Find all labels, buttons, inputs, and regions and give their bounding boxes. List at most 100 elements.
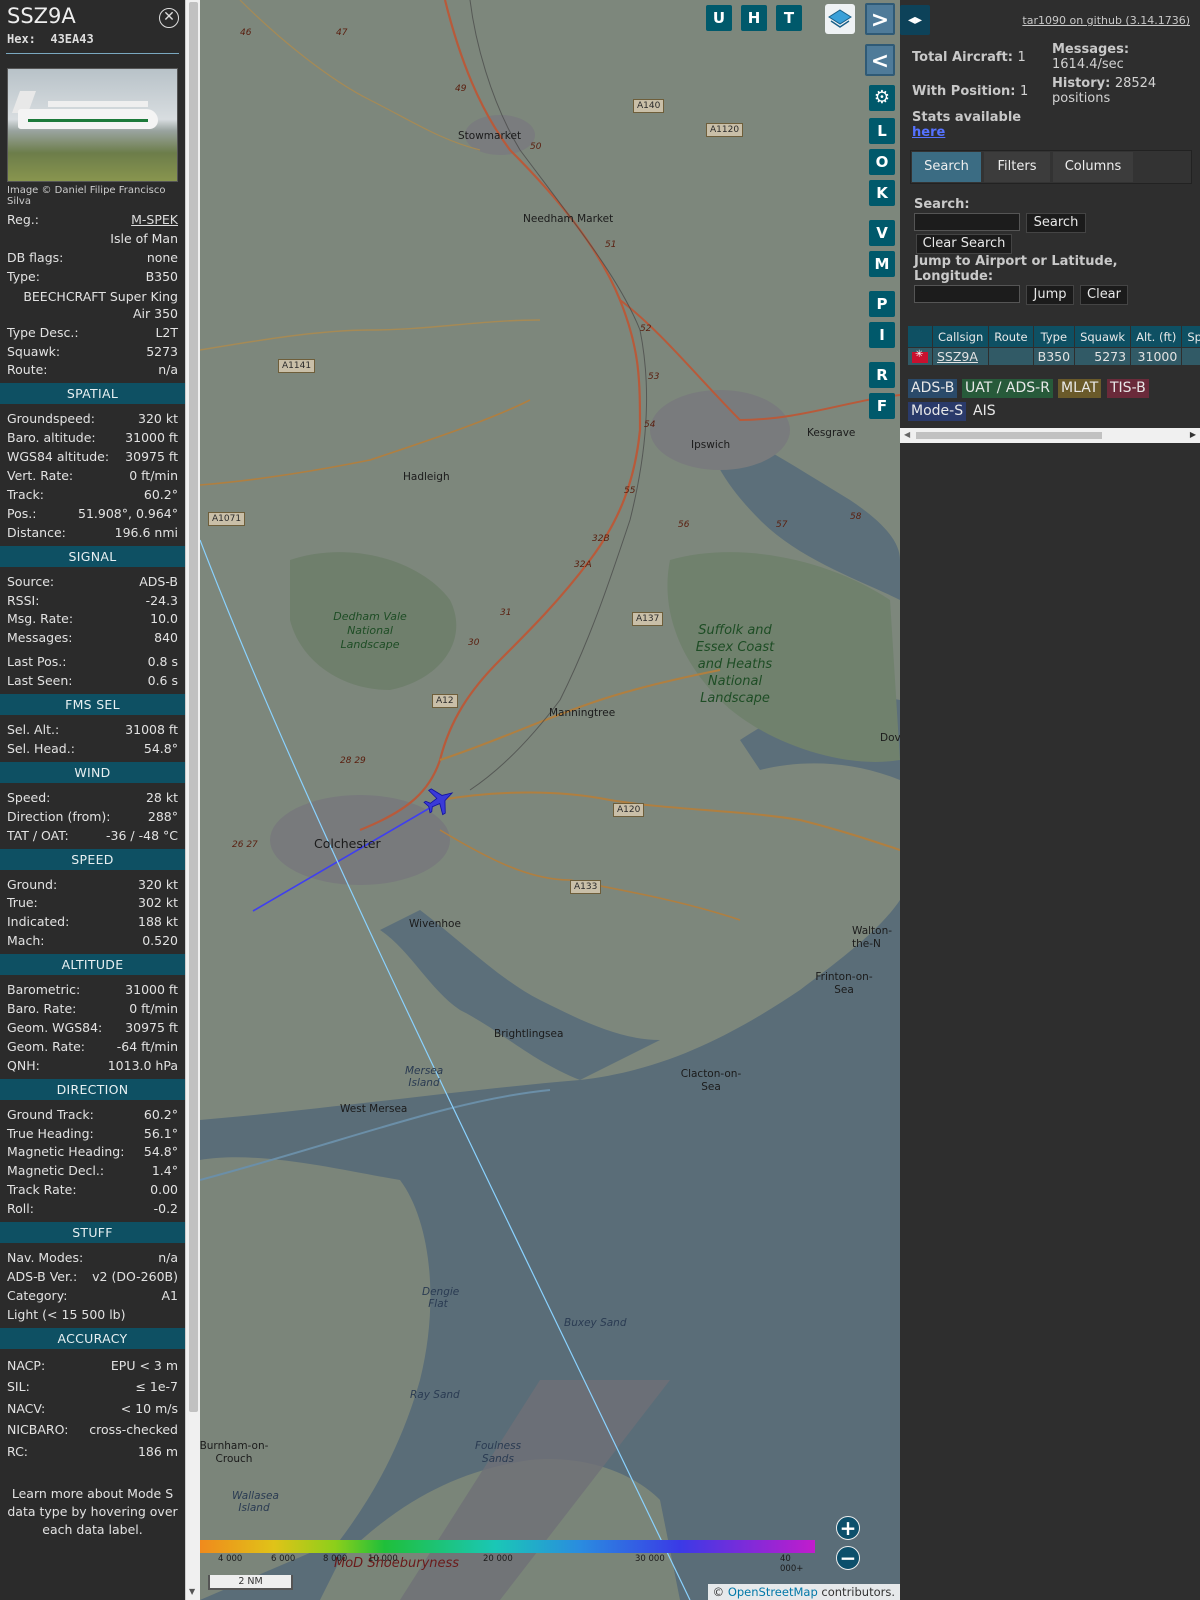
column-header-squawk[interactable]: Squawk [1074,325,1132,348]
search-button[interactable]: Search [1026,213,1086,233]
detail-label[interactable]: True: [7,895,38,910]
close-icon[interactable]: ✕ [159,8,179,28]
detail-label[interactable]: Pos.: [7,506,36,521]
column-header-route[interactable]: Route [988,325,1034,348]
scroll-down-arrow-icon[interactable]: ▼ [189,1587,195,1596]
detail-label[interactable]: TAT / OAT: [7,828,69,843]
detail-label[interactable]: Barometric: [7,982,80,997]
aircraft-photo[interactable] [7,68,178,182]
detail-label[interactable]: Sel. Alt.: [7,722,59,737]
detail-label[interactable]: Type: [7,269,40,284]
detail-label[interactable]: Last Seen: [7,673,72,688]
scroll-left-arrow-icon[interactable]: ◀ [904,430,910,439]
map-button-p[interactable]: P [869,291,895,317]
map-button-h[interactable]: H [741,5,767,31]
detail-label[interactable]: Ground: [7,877,57,892]
layers-icon[interactable] [825,4,855,34]
column-header-callsign[interactable]: Callsign [931,325,990,348]
detail-label[interactable]: Baro. Rate: [7,1001,76,1016]
tab-filters[interactable]: Filters [984,152,1050,182]
detail-label[interactable]: DB flags: [7,250,63,265]
column-header-speed[interactable]: Spd. [1181,325,1200,348]
map-button-f[interactable]: F [869,393,895,419]
expand-right-icon[interactable]: > [865,3,895,35]
detail-label[interactable]: Source: [7,574,54,589]
horizontal-scrollbar-thumb[interactable] [916,432,1102,439]
zoom-out-icon[interactable]: − [836,1546,860,1570]
detail-label[interactable]: ADS-B Ver.: [7,1269,77,1284]
sidebar-scrollbar-thumb[interactable] [189,2,198,1412]
detail-label[interactable]: Magnetic Heading: [7,1144,124,1159]
detail-label[interactable]: WGS84 altitude: [7,449,109,464]
row-callsign[interactable]: SSZ9A [931,347,990,366]
sidebar-scrollbar[interactable]: ▼ [185,0,200,1600]
zoom-in-icon[interactable]: + [836,1516,860,1540]
detail-label[interactable]: Last Pos.: [7,654,66,669]
detail-label[interactable]: Geom. Rate: [7,1039,85,1054]
detail-label[interactable]: Nav. Modes: [7,1250,83,1265]
detail-label[interactable]: Track Rate: [7,1182,77,1197]
altitude-scale-labels: 4 000 6 000 8 000 10 000 20 000 30 000 4… [200,1554,815,1574]
detail-value[interactable]: M-SPEK [131,212,178,227]
detail-label[interactable]: Squawk: [7,344,60,359]
map-button-m[interactable]: M [869,251,895,277]
detail-label[interactable]: Category: [7,1288,67,1303]
detail-label[interactable]: Msg. Rate: [7,611,73,626]
map-button-t[interactable]: T [776,5,802,31]
table-row[interactable]: SSZ9A B350 5273 31000 [907,347,1200,366]
detail-label[interactable]: Indicated: [7,914,69,929]
detail-label[interactable]: Speed: [7,790,50,805]
detail-label[interactable]: Messages: [7,630,73,645]
search-input[interactable] [914,213,1020,231]
detail-label[interactable]: True Heading: [7,1126,94,1141]
detail-label[interactable]: Ground Track: [7,1107,94,1122]
openstreetmap-link[interactable]: OpenStreetMap [728,1585,818,1599]
detail-label[interactable]: Mach: [7,933,44,948]
detail-label[interactable]: Sel. Head.: [7,741,75,756]
detail-value: 188 kt [138,914,178,930]
map-view[interactable]: Stowmarket Needham Market Ipswich Kesgra… [200,0,900,1600]
jump-input[interactable] [914,285,1020,303]
detail-label[interactable]: Roll: [7,1201,34,1216]
detail-label[interactable]: Vert. Rate: [7,468,73,483]
detail-label[interactable]: SIL: [7,1379,30,1394]
map-button-v[interactable]: V [869,220,895,246]
settings-gear-icon[interactable]: ⚙ [869,85,895,111]
detail-value: 1.4° [151,1163,178,1179]
map-button-u[interactable]: U [706,5,732,31]
detail-label[interactable]: RC: [7,1444,28,1459]
detail-label[interactable]: NACV: [7,1401,45,1416]
map-button-k[interactable]: K [869,180,895,206]
table-horizontal-scrollbar[interactable]: ◀ ▶ [900,428,1200,443]
detail-label[interactable]: NACP: [7,1358,45,1373]
github-link[interactable]: tar1090 on github (3.14.1736) [1022,14,1190,27]
detail-label[interactable]: Geom. WGS84: [7,1020,102,1035]
jump-button[interactable]: Jump [1026,285,1074,305]
column-header-type[interactable]: Type [1032,325,1076,348]
clear-search-button[interactable]: Clear Search [916,234,1012,254]
detail-label[interactable]: Magnetic Decl.: [7,1163,104,1178]
collapse-left-icon[interactable]: < [865,44,895,76]
map-button-o[interactable]: O [869,149,895,175]
detail-label[interactable]: Distance: [7,525,66,540]
scroll-right-arrow-icon[interactable]: ▶ [1190,430,1196,439]
detail-label[interactable]: NICBARO: [7,1422,68,1437]
tab-search[interactable]: Search [912,152,981,182]
stats-link[interactable]: here [912,125,945,140]
map-button-i[interactable]: I [869,322,895,348]
detail-label[interactable]: QNH: [7,1058,40,1073]
detail-label[interactable]: Direction (from): [7,809,111,824]
detail-label[interactable]: RSSI: [7,593,39,608]
column-header-altitude[interactable]: Alt. (ft) [1130,325,1183,348]
detail-label[interactable]: Reg.: [7,212,39,227]
detail-label[interactable]: Baro. altitude: [7,430,96,445]
detail-label[interactable]: Track: [7,487,44,502]
tab-columns[interactable]: Columns [1053,152,1133,182]
clear-button[interactable]: Clear [1080,285,1128,305]
map-button-l[interactable]: L [869,118,895,144]
map-button-r[interactable]: R [869,362,895,388]
detail-label[interactable]: Route: [7,362,48,377]
toggle-panel-arrows-icon[interactable]: ◂▸ [900,5,930,35]
detail-label[interactable]: Groundspeed: [7,411,95,426]
detail-label[interactable]: Type Desc.: [7,325,79,340]
